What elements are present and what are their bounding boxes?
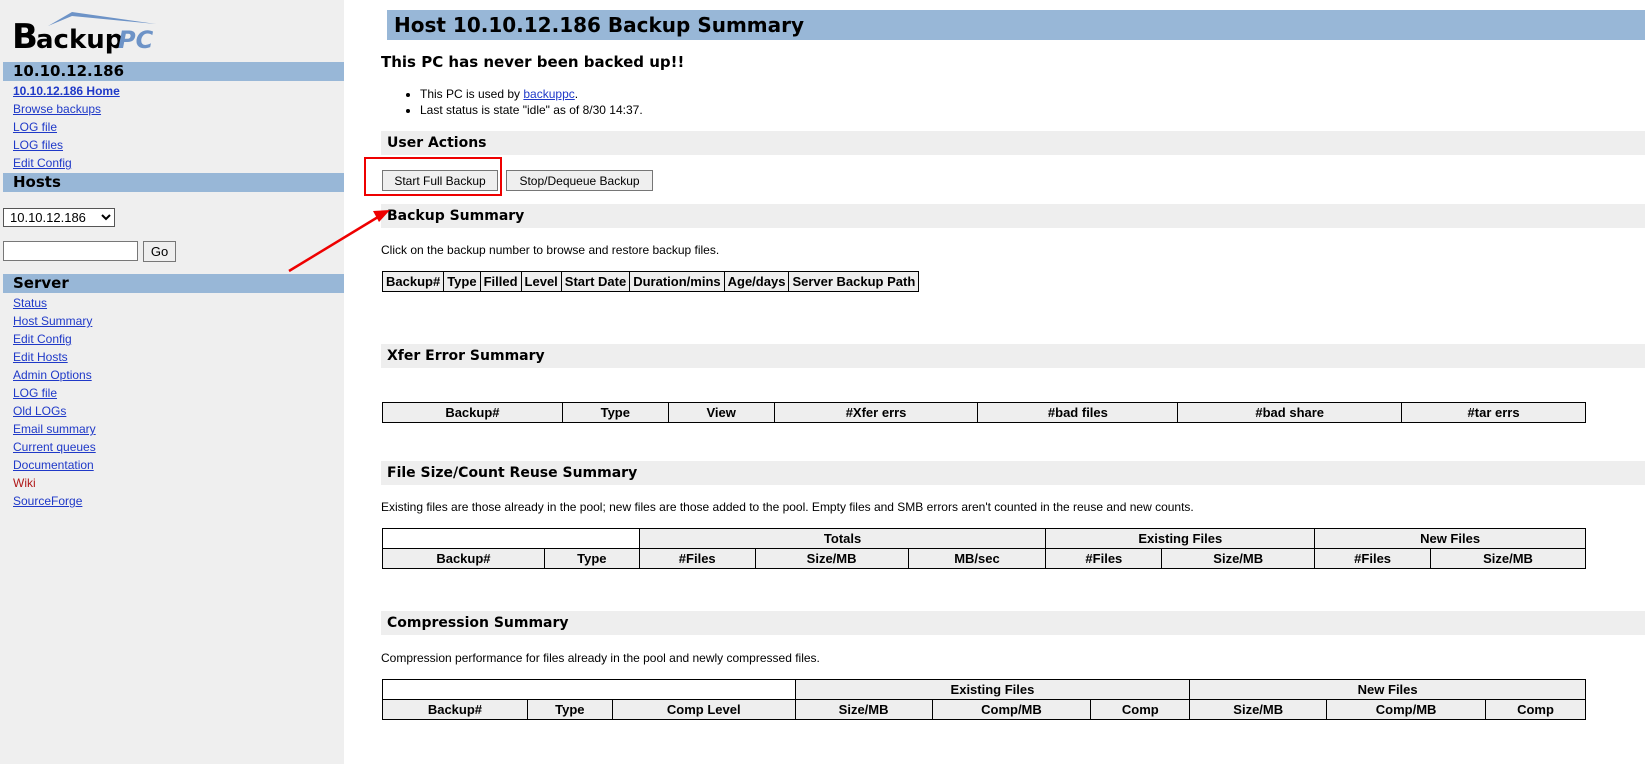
svg-text:PC: PC — [118, 26, 154, 54]
column-header: Comp Level — [611, 699, 796, 720]
column-header: Age/days — [723, 271, 790, 292]
column-header: Comp/MB — [931, 699, 1092, 720]
nav-host-summary[interactable]: Host Summary — [13, 314, 92, 328]
nav-sourceforge[interactable]: SourceForge — [13, 494, 82, 508]
table-header-row: Backup# Type Comp Level Size/MB Comp/MB … — [382, 699, 1586, 720]
column-header: Comp — [1485, 699, 1586, 720]
host-nav-list: 10.10.12.186 Home Browse backups LOG fil… — [13, 82, 120, 172]
column-header: #Files — [1314, 548, 1432, 569]
column-header: #bad share — [1177, 402, 1403, 423]
column-header: Level — [520, 271, 562, 292]
xfer-summary-table: Backup# Type View #Xfer errs #bad files … — [382, 402, 1586, 423]
server-nav-list: Status Host Summary Edit Config Edit Hos… — [13, 294, 96, 510]
group-header: Existing Files — [794, 679, 1191, 700]
column-header: Type — [526, 699, 613, 720]
host-select[interactable]: 10.10.12.186 — [3, 208, 115, 227]
nav-host-home[interactable]: 10.10.12.186 Home — [13, 84, 120, 98]
host-search-input[interactable] — [3, 241, 138, 261]
column-header: Filled — [479, 271, 522, 292]
backup-summary-header: Backup Summary — [381, 204, 1645, 228]
sidebar: B ackup PC 10.10.12.186 10.10.12.186 Hom… — [0, 0, 344, 764]
column-header: Size/MB — [754, 548, 909, 569]
column-header: Backup# — [382, 548, 545, 569]
nav-edit-hosts[interactable]: Edit Hosts — [13, 350, 68, 364]
backup-summary-table: Backup# Type Filled Level Start Date Dur… — [381, 271, 920, 292]
group-header: Totals — [638, 528, 1047, 549]
filesize-summary-description: Existing files are those already in the … — [381, 500, 1194, 514]
column-header: Size/MB — [794, 699, 933, 720]
svg-text:ackup: ackup — [36, 25, 123, 54]
host-info-list: This PC is used by backuppc. Last status… — [402, 86, 643, 118]
compression-summary-header: Compression Summary — [381, 611, 1645, 635]
server-nav-header: Server — [3, 274, 344, 293]
column-header: Type — [561, 402, 669, 423]
group-header: Existing Files — [1045, 528, 1316, 549]
column-header: Size/MB — [1430, 548, 1586, 569]
svg-text:B: B — [12, 17, 38, 54]
table-group-row: Existing Files New Files — [382, 679, 1586, 700]
stop-dequeue-backup-button[interactable]: Stop/Dequeue Backup — [506, 170, 653, 191]
last-status-item: Last status is state "idle" as of 8/30 1… — [420, 102, 643, 118]
backup-status-heading: This PC has never been backed up!! — [381, 53, 685, 71]
xfer-summary-header: Xfer Error Summary — [381, 344, 1645, 368]
column-header: Duration/mins — [629, 271, 725, 292]
go-button[interactable]: Go — [143, 241, 176, 262]
column-header: Start Date — [560, 271, 631, 292]
nav-documentation[interactable]: Documentation — [13, 458, 94, 472]
column-header: Comp — [1090, 699, 1191, 720]
column-header: Size/MB — [1161, 548, 1316, 569]
backuppc-logo[interactable]: B ackup PC — [12, 10, 157, 54]
column-header: Type — [443, 271, 481, 292]
column-header: Comp/MB — [1326, 699, 1487, 720]
column-header: Size/MB — [1189, 699, 1328, 720]
filesize-summary-table: Totals Existing Files New Files Backup# … — [382, 528, 1586, 569]
empty-group-cell — [382, 679, 796, 700]
compression-summary-table: Existing Files New Files Backup# Type Co… — [382, 679, 1586, 720]
hosts-nav-header: Hosts — [3, 173, 344, 192]
column-header: Backup# — [382, 699, 528, 720]
nav-status[interactable]: Status — [13, 296, 47, 310]
column-header: Type — [543, 548, 640, 569]
backup-summary-description: Click on the backup number to browse and… — [381, 243, 720, 257]
nav-current-queues[interactable]: Current queues — [13, 440, 96, 454]
empty-group-cell — [382, 528, 640, 549]
column-header: MB/sec — [907, 548, 1047, 569]
nav-admin-options[interactable]: Admin Options — [13, 368, 92, 382]
table-group-row: Totals Existing Files New Files — [382, 528, 1586, 549]
column-header: #tar errs — [1401, 402, 1586, 423]
nav-old-logs[interactable]: Old LOGs — [13, 404, 66, 418]
nav-wiki[interactable]: Wiki — [13, 476, 36, 490]
nav-server-log-file[interactable]: LOG file — [13, 386, 57, 400]
user-link[interactable]: backuppc — [523, 87, 574, 101]
main-content: Host 10.10.12.186 Backup Summary This PC… — [364, 0, 1645, 764]
column-header: View — [667, 402, 775, 423]
column-header: #Files — [638, 548, 756, 569]
column-header: #Files — [1045, 548, 1163, 569]
nav-edit-config[interactable]: Edit Config — [13, 156, 72, 170]
table-header-row: Backup# Type View #Xfer errs #bad files … — [382, 402, 1586, 423]
column-header: Backup# — [382, 402, 563, 423]
group-header: New Files — [1314, 528, 1586, 549]
compression-summary-description: Compression performance for files alread… — [381, 651, 820, 665]
start-full-backup-button[interactable]: Start Full Backup — [382, 170, 498, 191]
nav-server-edit-config[interactable]: Edit Config — [13, 332, 72, 346]
used-by-item: This PC is used by backuppc. — [420, 86, 643, 102]
column-header: #bad files — [977, 402, 1179, 423]
table-header-row: Backup# Type Filled Level Start Date Dur… — [381, 271, 920, 292]
page-title: Host 10.10.12.186 Backup Summary — [387, 10, 1645, 40]
group-header: New Files — [1189, 679, 1586, 700]
host-nav-header: 10.10.12.186 — [3, 62, 344, 81]
user-actions-header: User Actions — [381, 131, 1645, 155]
column-header: #Xfer errs — [773, 402, 979, 423]
nav-log-files[interactable]: LOG files — [13, 138, 63, 152]
column-header: Server Backup Path — [788, 271, 920, 292]
nav-email-summary[interactable]: Email summary — [13, 422, 96, 436]
column-header: Backup# — [381, 271, 445, 292]
table-header-row: Backup# Type #Files Size/MB MB/sec #File… — [382, 548, 1586, 569]
nav-log-file[interactable]: LOG file — [13, 120, 57, 134]
filesize-summary-header: File Size/Count Reuse Summary — [381, 461, 1645, 485]
nav-browse-backups[interactable]: Browse backups — [13, 102, 101, 116]
